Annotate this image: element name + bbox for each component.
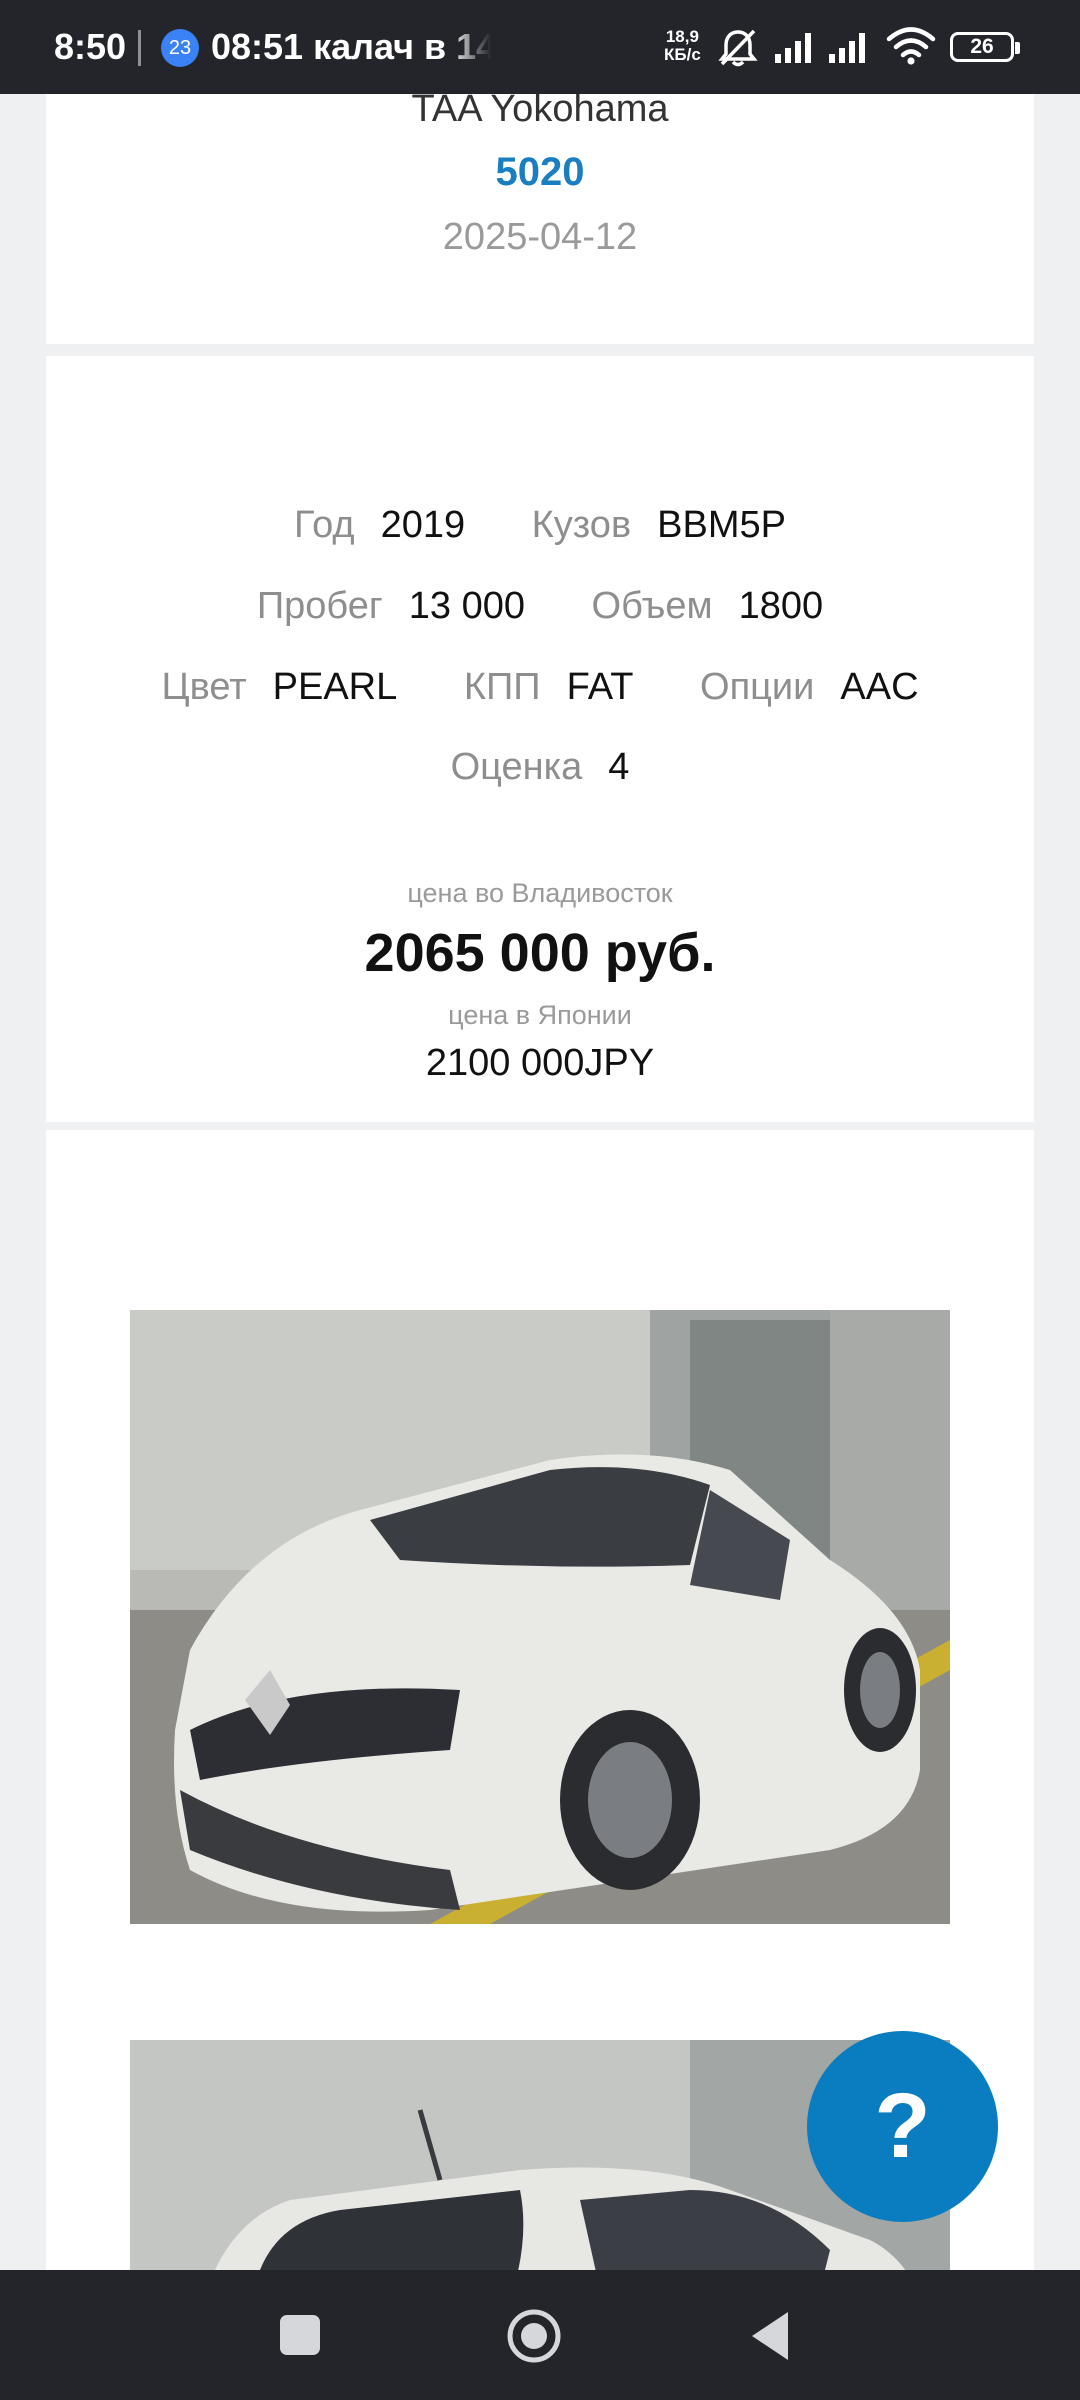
- japan-price-caption: цена в Японии: [448, 1000, 632, 1030]
- spec-value: AAC: [840, 666, 919, 708]
- signal-icon: [828, 28, 872, 71]
- auction-name: TAA Yokohama: [411, 94, 669, 130]
- recent-apps-icon[interactable]: [278, 2313, 322, 2362]
- spec-label: Оценка: [450, 746, 583, 788]
- page-content[interactable]: TAA Yokohama 5020 2025-04-12 Год 2019 Куз…: [0, 94, 1080, 2270]
- spec-gearbox: КПП FAT: [464, 666, 634, 709]
- notification-badge: 23: [161, 29, 199, 67]
- spec-body: Кузов BBM5P: [532, 504, 786, 547]
- spec-label: Цвет: [161, 666, 247, 708]
- wifi-icon: [886, 26, 936, 71]
- spec-row: Год 2019 Кузов BBM5P: [46, 504, 1034, 547]
- spec-value: 13 000: [408, 585, 525, 627]
- spec-mileage: Пробег 13 000: [257, 585, 525, 628]
- spec-value: PEARL: [272, 666, 398, 708]
- status-time: 8:50: [54, 26, 127, 67]
- lot-header-card: TAA Yokohama 5020 2025-04-12: [46, 94, 1034, 344]
- spec-label: Кузов: [531, 504, 632, 546]
- vladivostok-price: 2065 000 руб.: [364, 923, 716, 983]
- network-speed-value: 18,9: [665, 27, 699, 46]
- notification-text: 08:51 калач в 14: [211, 26, 491, 67]
- spec-value: 4: [608, 746, 630, 788]
- mute-bell-icon: [716, 28, 760, 73]
- spec-row: Оценка 4: [46, 746, 1034, 789]
- spec-row: Пробег 13 000 Объем 1800: [46, 585, 1034, 628]
- spec-row: Цвет PEARL КПП FAT Опции AAC: [46, 666, 1034, 709]
- home-icon[interactable]: [506, 2308, 562, 2369]
- spec-color: Цвет PEARL: [161, 666, 397, 709]
- vladivostok-price-caption: цена во Владивосток: [407, 878, 673, 908]
- spec-label: КПП: [463, 666, 541, 708]
- spec-value: BBM5P: [657, 504, 786, 546]
- spec-volume: Объем 1800: [592, 585, 824, 628]
- signal-icon: [774, 28, 818, 71]
- back-icon[interactable]: [748, 2310, 792, 2367]
- spec-year: Год 2019: [294, 504, 465, 547]
- spec-label: Опции: [700, 666, 815, 708]
- spec-options: Опции AAC: [700, 666, 919, 709]
- spec-value: 1800: [738, 585, 824, 627]
- network-speed: 18,9 КБ/с: [664, 28, 701, 64]
- navigation-bar: [0, 2270, 1080, 2400]
- spec-label: Год: [294, 504, 355, 546]
- lot-number[interactable]: 5020: [46, 150, 1034, 195]
- spec-label: Пробег: [256, 585, 383, 627]
- spec-grade: Оценка 4: [451, 746, 630, 789]
- auction-date: 2025-04-12: [442, 216, 638, 258]
- status-divider: [138, 30, 141, 66]
- help-button[interactable]: ?: [807, 2031, 998, 2222]
- specs-card: Год 2019 Кузов BBM5P Пробег 13 000 Объем 180…: [46, 356, 1034, 1122]
- status-bar: 8:50 23 08:51 калач в 14 18,9 КБ/с 26: [0, 0, 1080, 94]
- car-photo-front[interactable]: [130, 1310, 950, 1924]
- spec-label: Объем: [591, 585, 713, 627]
- network-speed-unit: КБ/с: [664, 45, 701, 64]
- spec-value: FAT: [566, 666, 634, 708]
- japan-price: 2100 000JPY: [425, 1042, 655, 1084]
- spec-value: 2019: [380, 504, 466, 546]
- battery-icon: 26: [950, 32, 1020, 62]
- screen: 8:50 23 08:51 калач в 14 18,9 КБ/с 26 TA…: [0, 0, 1080, 2400]
